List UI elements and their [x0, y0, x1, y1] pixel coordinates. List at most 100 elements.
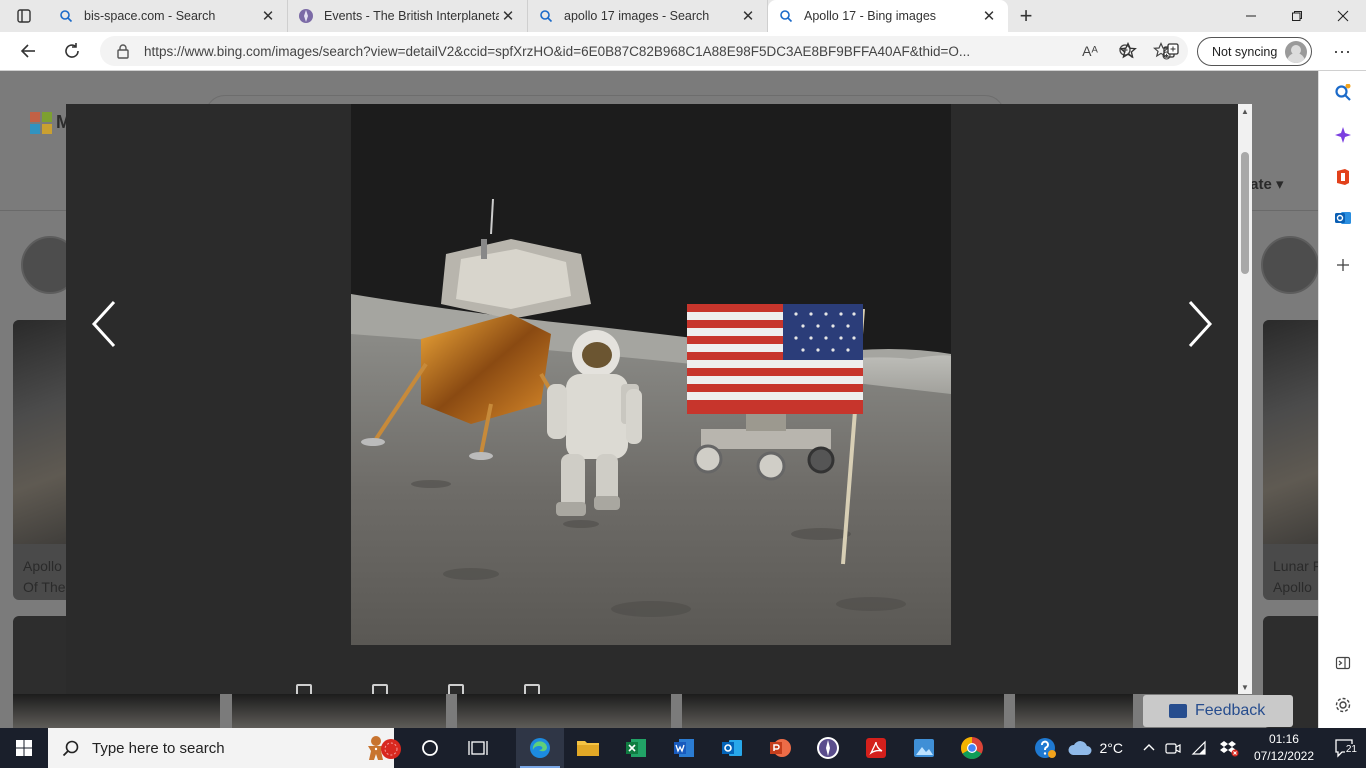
sidebar-settings-button[interactable] [1319, 687, 1366, 723]
sidebar-search-button[interactable] [1319, 75, 1366, 111]
result-thumbnail[interactable] [457, 694, 671, 728]
word-icon [674, 739, 694, 757]
result-thumbnail[interactable] [232, 694, 446, 728]
tab-strip: bis-space.com - Search ✕ Events - The Br… [0, 0, 1366, 32]
tab-bis-space-search[interactable]: bis-space.com - Search ✕ [48, 0, 288, 32]
camera-tray-button[interactable] [1160, 728, 1186, 768]
image-result-card[interactable]: Apollo Of The [13, 320, 73, 600]
next-image-button[interactable] [1180, 299, 1220, 349]
close-tab-button[interactable]: ✕ [980, 7, 998, 25]
feedback-button[interactable]: Feedback [1143, 695, 1293, 727]
restore-icon [1292, 11, 1302, 21]
lock-icon[interactable] [116, 43, 132, 59]
more-actions-button[interactable] [524, 684, 550, 694]
apollo-17-photo[interactable] [351, 104, 951, 645]
cortana-button[interactable] [406, 728, 454, 768]
camera-icon [1165, 743, 1181, 754]
show-hidden-icons-button[interactable] [1138, 728, 1160, 768]
tab-title: bis-space.com - Search [84, 9, 216, 23]
refresh-button[interactable] [54, 35, 90, 67]
close-tab-button[interactable]: ✕ [499, 7, 517, 25]
ornament-button[interactable] [376, 728, 406, 768]
task-view-button[interactable] [454, 728, 502, 768]
avatar [1285, 40, 1308, 63]
taskbar-chrome[interactable] [948, 728, 996, 768]
caption-line: Apollo [23, 558, 62, 574]
restore-button[interactable] [1274, 0, 1320, 32]
tab-apollo-17-search[interactable]: apollo 17 images - Search ✕ [528, 0, 768, 32]
taskbar-outlook[interactable] [708, 728, 756, 768]
result-thumbnail[interactable] [682, 694, 1004, 728]
collections-button[interactable] [1153, 35, 1189, 67]
sidebar-add-button[interactable] [1319, 247, 1366, 283]
refresh-icon [65, 43, 79, 58]
result-thumbnail[interactable] [1015, 694, 1133, 728]
gear-icon [1335, 697, 1351, 713]
scroll-down-icon[interactable]: ▼ [1238, 680, 1252, 694]
taskbar-file-explorer[interactable] [564, 728, 612, 768]
visual-search-button[interactable] [296, 684, 322, 694]
settings-more-button[interactable]: ··· [1326, 36, 1358, 66]
hide-sidebar-icon [1335, 656, 1351, 670]
taskbar-word[interactable] [660, 728, 708, 768]
back-arrow-icon [20, 44, 35, 58]
edge-sidebar [1318, 71, 1366, 728]
sidebar-discover-button[interactable] [1319, 117, 1366, 153]
minimize-button[interactable] [1228, 0, 1274, 32]
favorites-button[interactable] [1110, 35, 1146, 67]
bis-logo-icon [298, 8, 314, 24]
taskbar-excel[interactable] [612, 728, 660, 768]
tab-apollo-17-bing-images[interactable]: Apollo 17 - Bing images ✕ [768, 0, 1008, 32]
back-button[interactable] [10, 35, 46, 67]
collections-icon [1163, 43, 1179, 58]
taskbar-edge[interactable] [516, 728, 564, 768]
sparkle-icon [1335, 127, 1351, 143]
close-tab-button[interactable]: ✕ [739, 7, 757, 25]
result-thumbnail [1263, 320, 1318, 544]
plus-icon [1337, 259, 1349, 271]
edge-icon [530, 738, 550, 758]
modal-scrollbar[interactable]: ▲ ▼ [1238, 104, 1252, 694]
tab-title: Apollo 17 - Bing images [804, 9, 937, 23]
tab-bis-events[interactable]: Events - The British Interplanetar ✕ [288, 0, 528, 32]
previous-image-button[interactable] [84, 299, 124, 349]
sidebar-office-button[interactable] [1319, 159, 1366, 195]
caption-line: Apollo [1273, 579, 1312, 595]
taskbar-clock[interactable]: 01:16 07/12/2022 [1244, 731, 1324, 765]
network-tray-button[interactable] [1186, 728, 1214, 768]
taskbar-powerpoint[interactable] [756, 728, 804, 768]
address-bar[interactable]: https://www.bing.com/images/search?view=… [100, 36, 1188, 66]
share-icon [448, 684, 464, 694]
sidebar-hide-button[interactable] [1319, 645, 1366, 681]
cortana-icon [422, 740, 438, 756]
profile-sync-status: Not syncing [1212, 44, 1278, 59]
scrollbar-thumb[interactable] [1241, 152, 1249, 274]
url-text[interactable]: https://www.bing.com/images/search?view=… [144, 44, 1072, 59]
read-aloud-button[interactable]: Aᴬ [1072, 37, 1108, 65]
taskbar-bis-app[interactable] [804, 728, 852, 768]
share-button[interactable] [448, 684, 474, 694]
profile-button[interactable]: Not syncing [1197, 37, 1313, 66]
sidebar-outlook-button[interactable] [1319, 200, 1366, 236]
close-window-button[interactable] [1320, 0, 1366, 32]
scroll-up-icon[interactable]: ▲ [1238, 104, 1252, 118]
taskbar-search-box[interactable]: Type here to search [48, 728, 394, 768]
related-search-bubble[interactable] [1261, 236, 1318, 294]
microsoft-logo-icon[interactable] [30, 112, 52, 134]
tab-actions-button[interactable] [0, 0, 48, 32]
result-thumbnail[interactable] [13, 694, 220, 728]
more-icon: ··· [1333, 40, 1351, 61]
search-icon [62, 740, 79, 757]
help-tray-button[interactable] [1028, 728, 1062, 768]
new-tab-button[interactable]: + [1008, 0, 1044, 32]
weather-widget[interactable]: 2°C [1062, 728, 1128, 768]
dropbox-tray-button[interactable] [1214, 728, 1244, 768]
notifications-button[interactable]: 21 [1324, 728, 1366, 768]
save-button[interactable] [372, 684, 398, 694]
close-tab-button[interactable]: ✕ [259, 7, 277, 25]
taskbar-photos[interactable] [900, 728, 948, 768]
feedback-label: Feedback [1195, 702, 1266, 719]
start-button[interactable] [0, 728, 48, 768]
taskbar-acrobat[interactable] [852, 728, 900, 768]
image-result-card[interactable]: Lunar F Apollo [1263, 320, 1318, 600]
